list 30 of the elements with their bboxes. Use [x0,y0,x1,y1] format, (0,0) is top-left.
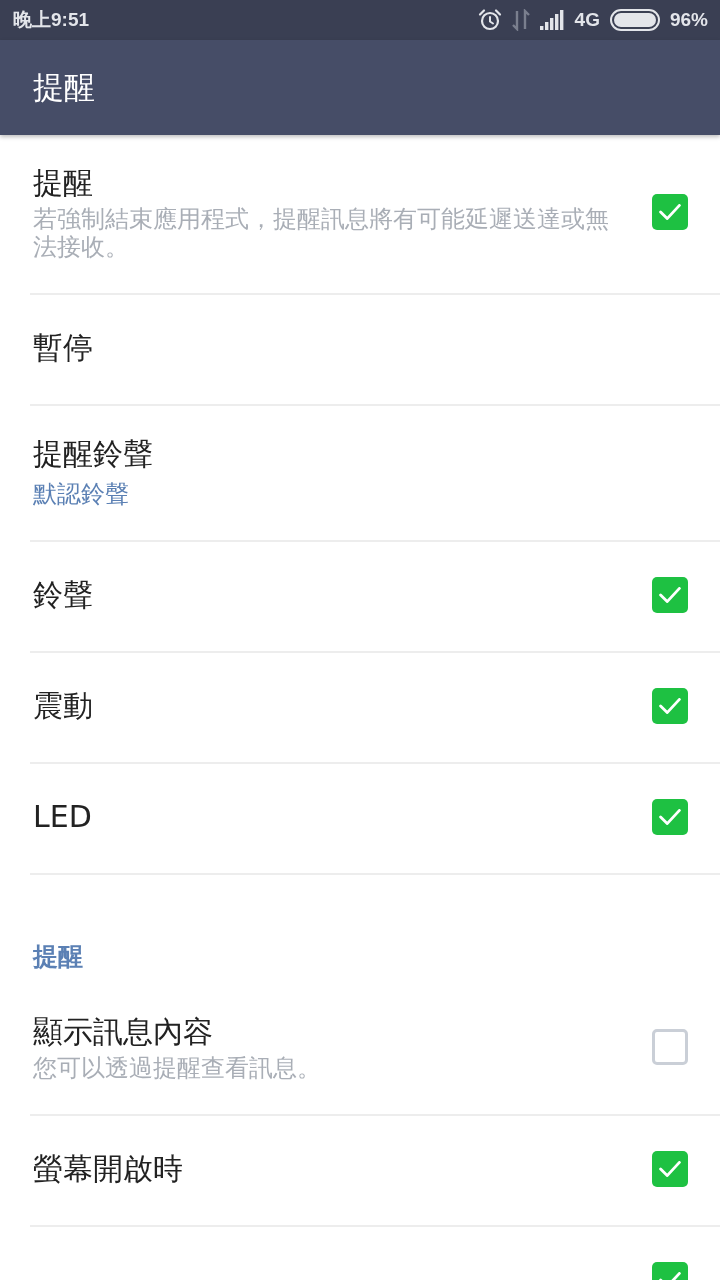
battery-percent: 96% [669,9,708,31]
checkbox[interactable] [652,576,688,613]
checkbox[interactable] [652,194,688,230]
app-bar-title: 提醒 [33,67,95,107]
network-type: 4G [574,9,600,31]
signal-bars-icon [539,10,565,30]
checkbox[interactable] [652,1150,688,1187]
setting-value: 默認鈴聲 [33,480,129,508]
checkbox[interactable] [652,798,688,835]
alarm-clock-icon [477,8,502,32]
setting-title: 鈴聲 [33,575,93,614]
setting-description: 若強制結束應用程式，提醒訊息將有可能延遲送達或無法接收。 [33,205,610,261]
checkbox[interactable] [652,1029,688,1065]
checkmark-icon [659,204,681,220]
section-header: 提醒 [33,941,83,973]
battery-icon [609,9,660,31]
checkmark-icon [659,1160,681,1177]
setting-title: 暫停 [33,328,93,367]
status-time: 晚上9:51 [13,8,90,32]
setting-description: 您可以透過提醒查看訊息。 [33,1054,321,1082]
checkmark-icon [659,808,681,825]
setting-title: LED [33,797,92,836]
checkmark-icon [659,586,681,603]
setting-title: 提醒鈴聲 [33,435,153,473]
setting-title: 提醒 [33,164,93,202]
setting-title: 螢幕開啟時 [33,1149,183,1188]
setting-title: 震動 [33,686,93,725]
checkmark-icon [659,697,681,714]
setting-title: 顯示訊息內容 [33,1013,213,1051]
checkbox[interactable] [652,687,688,724]
